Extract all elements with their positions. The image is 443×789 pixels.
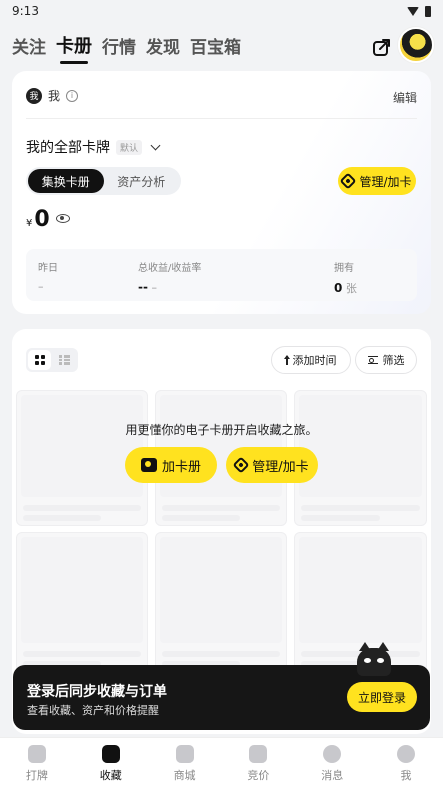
filter-icon [367, 356, 378, 364]
stat-total-rate: – [151, 281, 157, 294]
banner-title: 登录后同步收藏与订单 [27, 684, 167, 700]
top-tabs: 关注 卡册 行情 发现 百宝箱 [12, 32, 241, 64]
stat-yesterday-label: 昨日 [38, 263, 58, 274]
nav-shop[interactable]: 商城 [148, 738, 222, 789]
nav-messages[interactable]: 消息 [295, 738, 369, 789]
manage-icon [232, 456, 250, 474]
grid-view-button[interactable] [28, 350, 51, 370]
stat-owned-label: 拥有 [334, 263, 354, 274]
user-name: 我 [48, 89, 61, 103]
nav-me[interactable]: 我 [369, 738, 443, 789]
user-row: 我 我 i [26, 87, 79, 104]
tab-discover[interactable]: 发现 [146, 33, 180, 64]
chevron-down-icon [150, 140, 161, 151]
tab-album[interactable]: 卡册 [56, 32, 92, 64]
status-bar: 9:13 [0, 0, 443, 22]
message-icon [323, 744, 342, 763]
eye-icon[interactable] [55, 214, 70, 223]
manage-label: 管理/加卡 [359, 174, 412, 189]
shop-icon [175, 744, 194, 763]
nav-label: 竞价 [247, 768, 270, 782]
info-icon[interactable]: i [66, 89, 79, 102]
stat-total-label: 总收益/收益率 [138, 263, 202, 274]
currency-symbol: ¥ [26, 218, 33, 229]
tab-toolbox[interactable]: 百宝箱 [190, 33, 241, 64]
edit-link[interactable]: 编辑 [393, 89, 417, 106]
status-time: 9:13 [12, 4, 39, 18]
nav-collection[interactable]: 收藏 [74, 738, 148, 789]
manage-add-card-button-2[interactable]: 管理/加卡 [226, 447, 318, 483]
filter-label: 筛选 [382, 354, 405, 367]
stat-total: 总收益/收益率 -- – [138, 259, 201, 294]
balance-value: 0 [34, 207, 50, 232]
stat-owned-value: 0 [334, 281, 343, 295]
camera-icon [140, 458, 157, 472]
manage-album-label: 管理/加卡 [252, 459, 309, 475]
sort-add-time-button[interactable]: 添加时间 [271, 346, 351, 374]
list-icon [59, 355, 70, 365]
nav-label: 商城 [173, 768, 196, 782]
grid-icon [34, 355, 45, 365]
balance-row: ¥ 0 [26, 207, 70, 232]
album-title: 我的全部卡牌 [26, 140, 110, 156]
tab-collection-album[interactable]: 集换卡册 [28, 169, 104, 193]
tab-asset-analysis[interactable]: 资产分析 [104, 169, 180, 193]
wifi-icon [407, 6, 419, 16]
nav-label: 收藏 [99, 768, 122, 782]
empty-actions: 加卡册 管理/加卡 [12, 447, 431, 483]
stat-owned-unit: 张 [345, 282, 357, 295]
banner-subtitle: 查看收藏、资产和价格提醒 [27, 704, 159, 717]
stat-yesterday: 昨日 – [38, 259, 58, 293]
empty-state: 用更懂你的电子卡册开启收藏之旅。 加卡册 管理/加卡 [12, 421, 431, 483]
list-view-button[interactable] [53, 350, 76, 370]
card-placeholder [16, 532, 148, 672]
nav-auction[interactable]: 竞价 [221, 738, 295, 789]
filter-button[interactable]: 筛选 [355, 346, 417, 374]
login-button[interactable]: 立即登录 [347, 682, 417, 712]
stat-owned: 拥有 0 张 [334, 259, 357, 296]
avatar[interactable] [398, 27, 434, 63]
empty-text: 用更懂你的电子卡册开启收藏之旅。 [125, 423, 318, 437]
card-placeholder [155, 532, 287, 672]
profile-icon [397, 744, 416, 763]
nav-label: 打牌 [25, 768, 48, 782]
user-badge: 我 [26, 87, 42, 104]
add-album-label: 加卡册 [161, 459, 201, 475]
album-selector[interactable]: 我的全部卡牌 默认 [26, 137, 161, 157]
collection-icon [101, 744, 120, 763]
manage-icon [339, 172, 357, 190]
view-segment: 集换卡册 资产分析 [26, 167, 181, 195]
stat-total-value: -- [138, 280, 148, 294]
auction-icon [249, 744, 268, 763]
bottom-nav: 打牌 收藏 商城 竞价 消息 我 [0, 737, 443, 789]
battery-icon [425, 5, 431, 17]
default-tag: 默认 [116, 139, 143, 155]
share-icon[interactable] [372, 37, 392, 57]
sort-icon [283, 354, 290, 365]
tab-follow[interactable]: 关注 [12, 33, 46, 64]
cat-mascot-icon [357, 642, 391, 676]
nav-label: 消息 [321, 768, 344, 782]
manage-add-card-button[interactable]: 管理/加卡 [338, 167, 416, 195]
tab-market[interactable]: 行情 [102, 33, 136, 64]
sort-label: 添加时间 [292, 354, 337, 367]
stats-panel: 昨日 – 总收益/收益率 -- – 拥有 0 张 [26, 249, 417, 301]
album-summary-card: 我 我 i 编辑 我的全部卡牌 默认 集换卡册 资产分析 管理/加卡 ¥ 0 昨… [12, 71, 431, 314]
stat-yesterday-value: – [38, 280, 44, 293]
nav-label: 我 [400, 768, 412, 782]
cards-icon [27, 744, 46, 763]
divider [26, 118, 417, 119]
add-album-button[interactable]: 加卡册 [125, 447, 217, 483]
status-icons [407, 5, 431, 17]
view-toggle [26, 348, 78, 372]
nav-play[interactable]: 打牌 [0, 738, 74, 789]
